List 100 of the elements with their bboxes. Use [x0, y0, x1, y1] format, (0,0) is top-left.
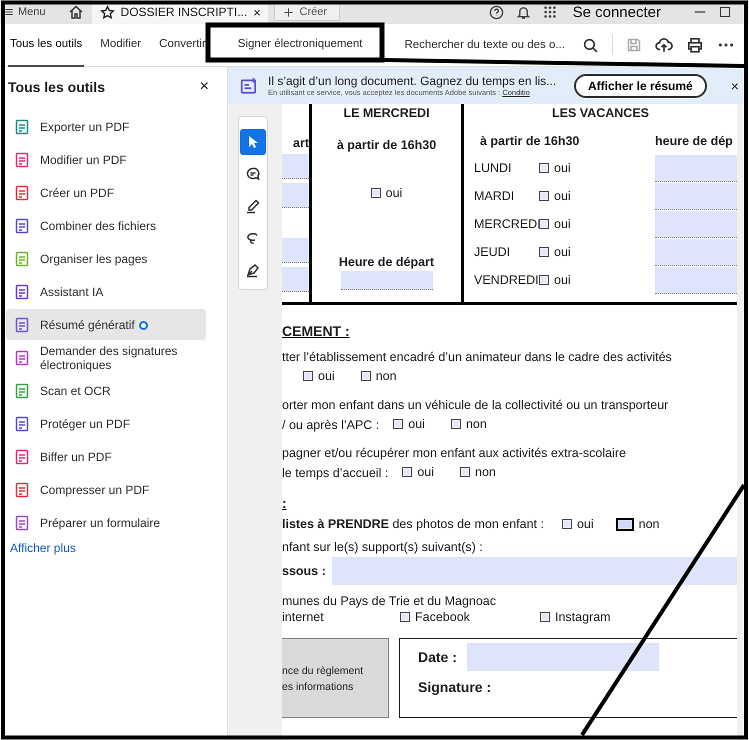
tool-item[interactable]: Assistant IA: [6, 276, 206, 307]
checkbox-label: non: [638, 517, 660, 531]
day-label: JEUDI: [473, 245, 512, 259]
option-label: internet: [282, 610, 325, 624]
checkbox-label: non: [475, 464, 496, 481]
form-field[interactable]: [282, 267, 309, 292]
checkbox[interactable]: [539, 218, 549, 228]
pen-icon[interactable]: [245, 198, 261, 214]
field-label: Date :: [418, 649, 457, 665]
question-text: listes à PRENDRE des photos de mon enfant :: [282, 517, 544, 531]
summary-icon: [240, 76, 258, 94]
printer-icon[interactable]: [686, 36, 704, 54]
notice-text: nce du règlement: [282, 665, 364, 677]
comment-icon[interactable]: [245, 166, 261, 182]
form-field[interactable]: [282, 183, 309, 208]
section-heading: :: [282, 495, 288, 511]
close-button[interactable]: ×: [200, 78, 209, 96]
time-field[interactable]: [655, 211, 737, 238]
checkbox[interactable]: [460, 467, 470, 477]
time-field[interactable]: [655, 239, 737, 266]
section-heading: CEMENT :: [282, 323, 351, 339]
checkbox-label: oui: [554, 216, 571, 230]
checkbox-label: oui: [576, 517, 594, 531]
time-field[interactable]: [340, 271, 432, 290]
question-text: / ou après l’APC :: [282, 416, 380, 434]
form-field[interactable]: [282, 238, 309, 263]
pen-nib-icon[interactable]: [245, 262, 261, 278]
toolbar-tab[interactable]: Signer électroniquement: [236, 24, 364, 66]
search-icon[interactable]: [582, 36, 600, 54]
cloud-upload-icon[interactable]: [655, 36, 674, 54]
plus-icon: [282, 6, 294, 18]
checkbox[interactable]: [303, 371, 313, 381]
checkbox[interactable]: [370, 188, 381, 198]
checkbox-label: oui: [408, 416, 425, 433]
question-text: nfant sur le(s) support(s) suivant(s) :: [282, 539, 484, 556]
checkbox-label: non: [376, 368, 397, 385]
sign-in-link[interactable]: Se connecter: [572, 4, 661, 20]
checkbox[interactable]: [539, 190, 549, 200]
checkbox[interactable]: [616, 518, 634, 530]
checkbox-label: oui: [554, 188, 571, 202]
field-label: ssous :: [282, 564, 326, 578]
checkbox-label: oui: [554, 272, 571, 286]
panel-title: Tous les outils: [8, 79, 105, 95]
tool-item[interactable]: Exporter un PDF: [6, 111, 206, 142]
tool-item[interactable]: Préparer un formulaire: [6, 507, 206, 538]
field-label: Signature :: [418, 679, 492, 695]
column-subtitle: à partir de 16h30: [479, 134, 580, 148]
help-icon[interactable]: [488, 4, 504, 20]
apps-grid-icon[interactable]: [542, 5, 557, 19]
column-header: heure de dép: [655, 134, 734, 148]
checkbox[interactable]: [539, 274, 549, 284]
home-icon[interactable]: [68, 4, 84, 20]
maximize-icon[interactable]: [719, 6, 731, 18]
column-subtitle: à partir de 16h30: [336, 138, 436, 152]
form-field[interactable]: [282, 154, 309, 179]
close-button[interactable]: ×: [730, 78, 739, 94]
time-field[interactable]: [655, 155, 737, 182]
bell-icon[interactable]: [516, 4, 531, 20]
toolbar-tab[interactable]: Modifier: [98, 24, 144, 66]
menu-label[interactable]: Menu: [18, 6, 46, 18]
menu-icon[interactable]: [4, 7, 14, 17]
question-text: pagner et/ou récupérer mon enfant aux activités extra-scolaire: [282, 445, 627, 462]
tool-item[interactable]: Compresser un PDF: [6, 474, 206, 505]
notice-text: es informations: [282, 681, 354, 693]
text-field[interactable]: [332, 557, 737, 585]
checkbox-label: oui: [417, 464, 434, 481]
tool-item[interactable]: Résumé génératif: [6, 309, 206, 340]
checkbox[interactable]: [360, 371, 371, 381]
time-field[interactable]: [655, 183, 737, 210]
checkbox[interactable]: [450, 419, 461, 429]
close-tab-button[interactable]: ×: [253, 4, 261, 20]
tool-item[interactable]: Organiser les pages: [6, 243, 206, 274]
tool-item[interactable]: Demander des signatures électroniques: [6, 342, 206, 373]
toolbar-tab[interactable]: Tous les outils: [8, 24, 84, 66]
tool-item[interactable]: Scan et OCR: [6, 375, 206, 406]
checkbox[interactable]: [562, 519, 572, 529]
day-label: LUNDI: [473, 161, 513, 175]
checkbox[interactable]: [540, 612, 550, 622]
time-field[interactable]: [655, 267, 737, 294]
search-field[interactable]: Rechercher du texte ou des o...: [404, 39, 580, 51]
checkbox[interactable]: [393, 419, 404, 429]
day-label: MARDI: [473, 189, 516, 203]
checkbox-label: oui: [386, 186, 402, 200]
question-text: orter mon enfant dans un véhicule de la collectivité ou un transporteur: [282, 397, 670, 414]
tool-item[interactable]: Biffer un PDF: [6, 441, 206, 472]
toolbar-tab[interactable]: Convertir: [157, 24, 208, 66]
question-text: tter l’établissement encadré d’un animateur dans le cadre des activités: [282, 349, 673, 366]
tool-item[interactable]: Combiner des fichiers: [6, 210, 206, 241]
date-field[interactable]: [466, 643, 659, 671]
tool-item[interactable]: Protéger un PDF: [6, 408, 206, 439]
tool-item[interactable]: Modifier un PDF: [6, 144, 206, 175]
checkbox[interactable]: [402, 467, 412, 477]
column-title: LE MERCREDI: [343, 106, 430, 120]
checkbox[interactable]: [539, 246, 549, 256]
checkbox-label: non: [466, 416, 487, 433]
tool-item[interactable]: Créer un PDF: [6, 177, 206, 208]
show-more-link[interactable]: Afficher plus: [10, 541, 76, 555]
checkbox[interactable]: [539, 162, 549, 172]
checkbox[interactable]: [400, 612, 410, 622]
show-summary-button[interactable]: Afficher le résumé: [574, 74, 707, 98]
